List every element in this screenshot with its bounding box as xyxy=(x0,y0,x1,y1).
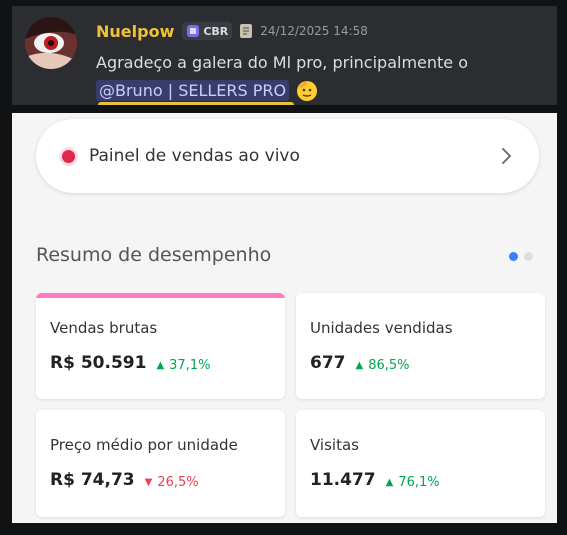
chevron-right-icon xyxy=(502,148,511,164)
metric-card-gross-sales[interactable]: Vendas brutas R$ 50.591 ▲ 37,1% xyxy=(36,293,285,399)
metric-change-value: 76,1% xyxy=(398,475,440,490)
metric-label: Preço médio por unidade xyxy=(50,436,238,454)
arrow-up-icon: ▲ xyxy=(385,477,394,488)
metric-value: R$ 50.591 xyxy=(50,353,147,373)
saluting-face-emoji-icon xyxy=(297,81,318,101)
metric-card-average-price[interactable]: Preço médio por unidade R$ 74,73 ▼ 26,5% xyxy=(36,410,285,517)
arrow-down-icon: ▼ xyxy=(144,477,153,488)
scroll-badge-icon xyxy=(240,24,253,38)
server-tag[interactable]: CBR xyxy=(182,22,233,40)
metric-card-visits[interactable]: Visitas 11.477 ▲ 76,1% xyxy=(296,410,545,517)
section-title: Resumo de desempenho xyxy=(36,244,272,266)
message-text: Agradeço a galera do Ml pro, principalme… xyxy=(96,53,469,72)
card-accent-bar xyxy=(36,293,285,298)
server-tag-icon xyxy=(187,25,200,37)
metric-value: R$ 74,73 xyxy=(50,470,135,490)
reaction-bar xyxy=(98,102,294,105)
metric-change: ▲ 86,5% xyxy=(356,358,410,373)
metric-change-value: 37,1% xyxy=(169,358,211,373)
chat-message: Nuelpow CBR 24/12/2025 14:58 Agradeço a … xyxy=(12,6,557,105)
metric-change: ▲ 76,1% xyxy=(386,475,440,490)
metric-label: Visitas xyxy=(310,436,359,454)
page-dot[interactable] xyxy=(524,252,533,261)
message-timestamp: 24/12/2025 14:58 xyxy=(260,24,368,38)
live-sales-panel-button[interactable]: Painel de vendas ao vivo xyxy=(36,119,539,193)
live-indicator-dot xyxy=(62,149,75,163)
app-screenshot: Painel de vendas ao vivo Resumo de desem… xyxy=(12,113,557,523)
user-mention[interactable]: @Bruno | SELLERS PRO xyxy=(96,79,290,101)
arrow-up-icon: ▲ xyxy=(156,360,165,371)
carousel-pagination[interactable] xyxy=(509,252,533,261)
metric-value: 11.477 xyxy=(310,470,376,490)
author-name[interactable]: Nuelpow xyxy=(96,22,174,41)
metric-label: Unidades vendidas xyxy=(310,319,453,337)
metric-change: ▲ 37,1% xyxy=(156,358,210,373)
metric-card-units-sold[interactable]: Unidades vendidas 677 ▲ 86,5% xyxy=(296,293,545,399)
metric-label: Vendas brutas xyxy=(50,319,158,337)
metric-change: ▼ 26,5% xyxy=(145,475,199,490)
server-tag-label: CBR xyxy=(203,24,229,38)
avatar[interactable] xyxy=(25,17,77,69)
arrow-up-icon: ▲ xyxy=(355,360,364,371)
live-sales-panel-label: Painel de vendas ao vivo xyxy=(89,146,300,166)
metric-value: 677 xyxy=(310,353,346,373)
metric-change-value: 86,5% xyxy=(368,358,410,373)
metric-change-value: 26,5% xyxy=(157,475,199,490)
page-dot-active[interactable] xyxy=(509,252,518,261)
